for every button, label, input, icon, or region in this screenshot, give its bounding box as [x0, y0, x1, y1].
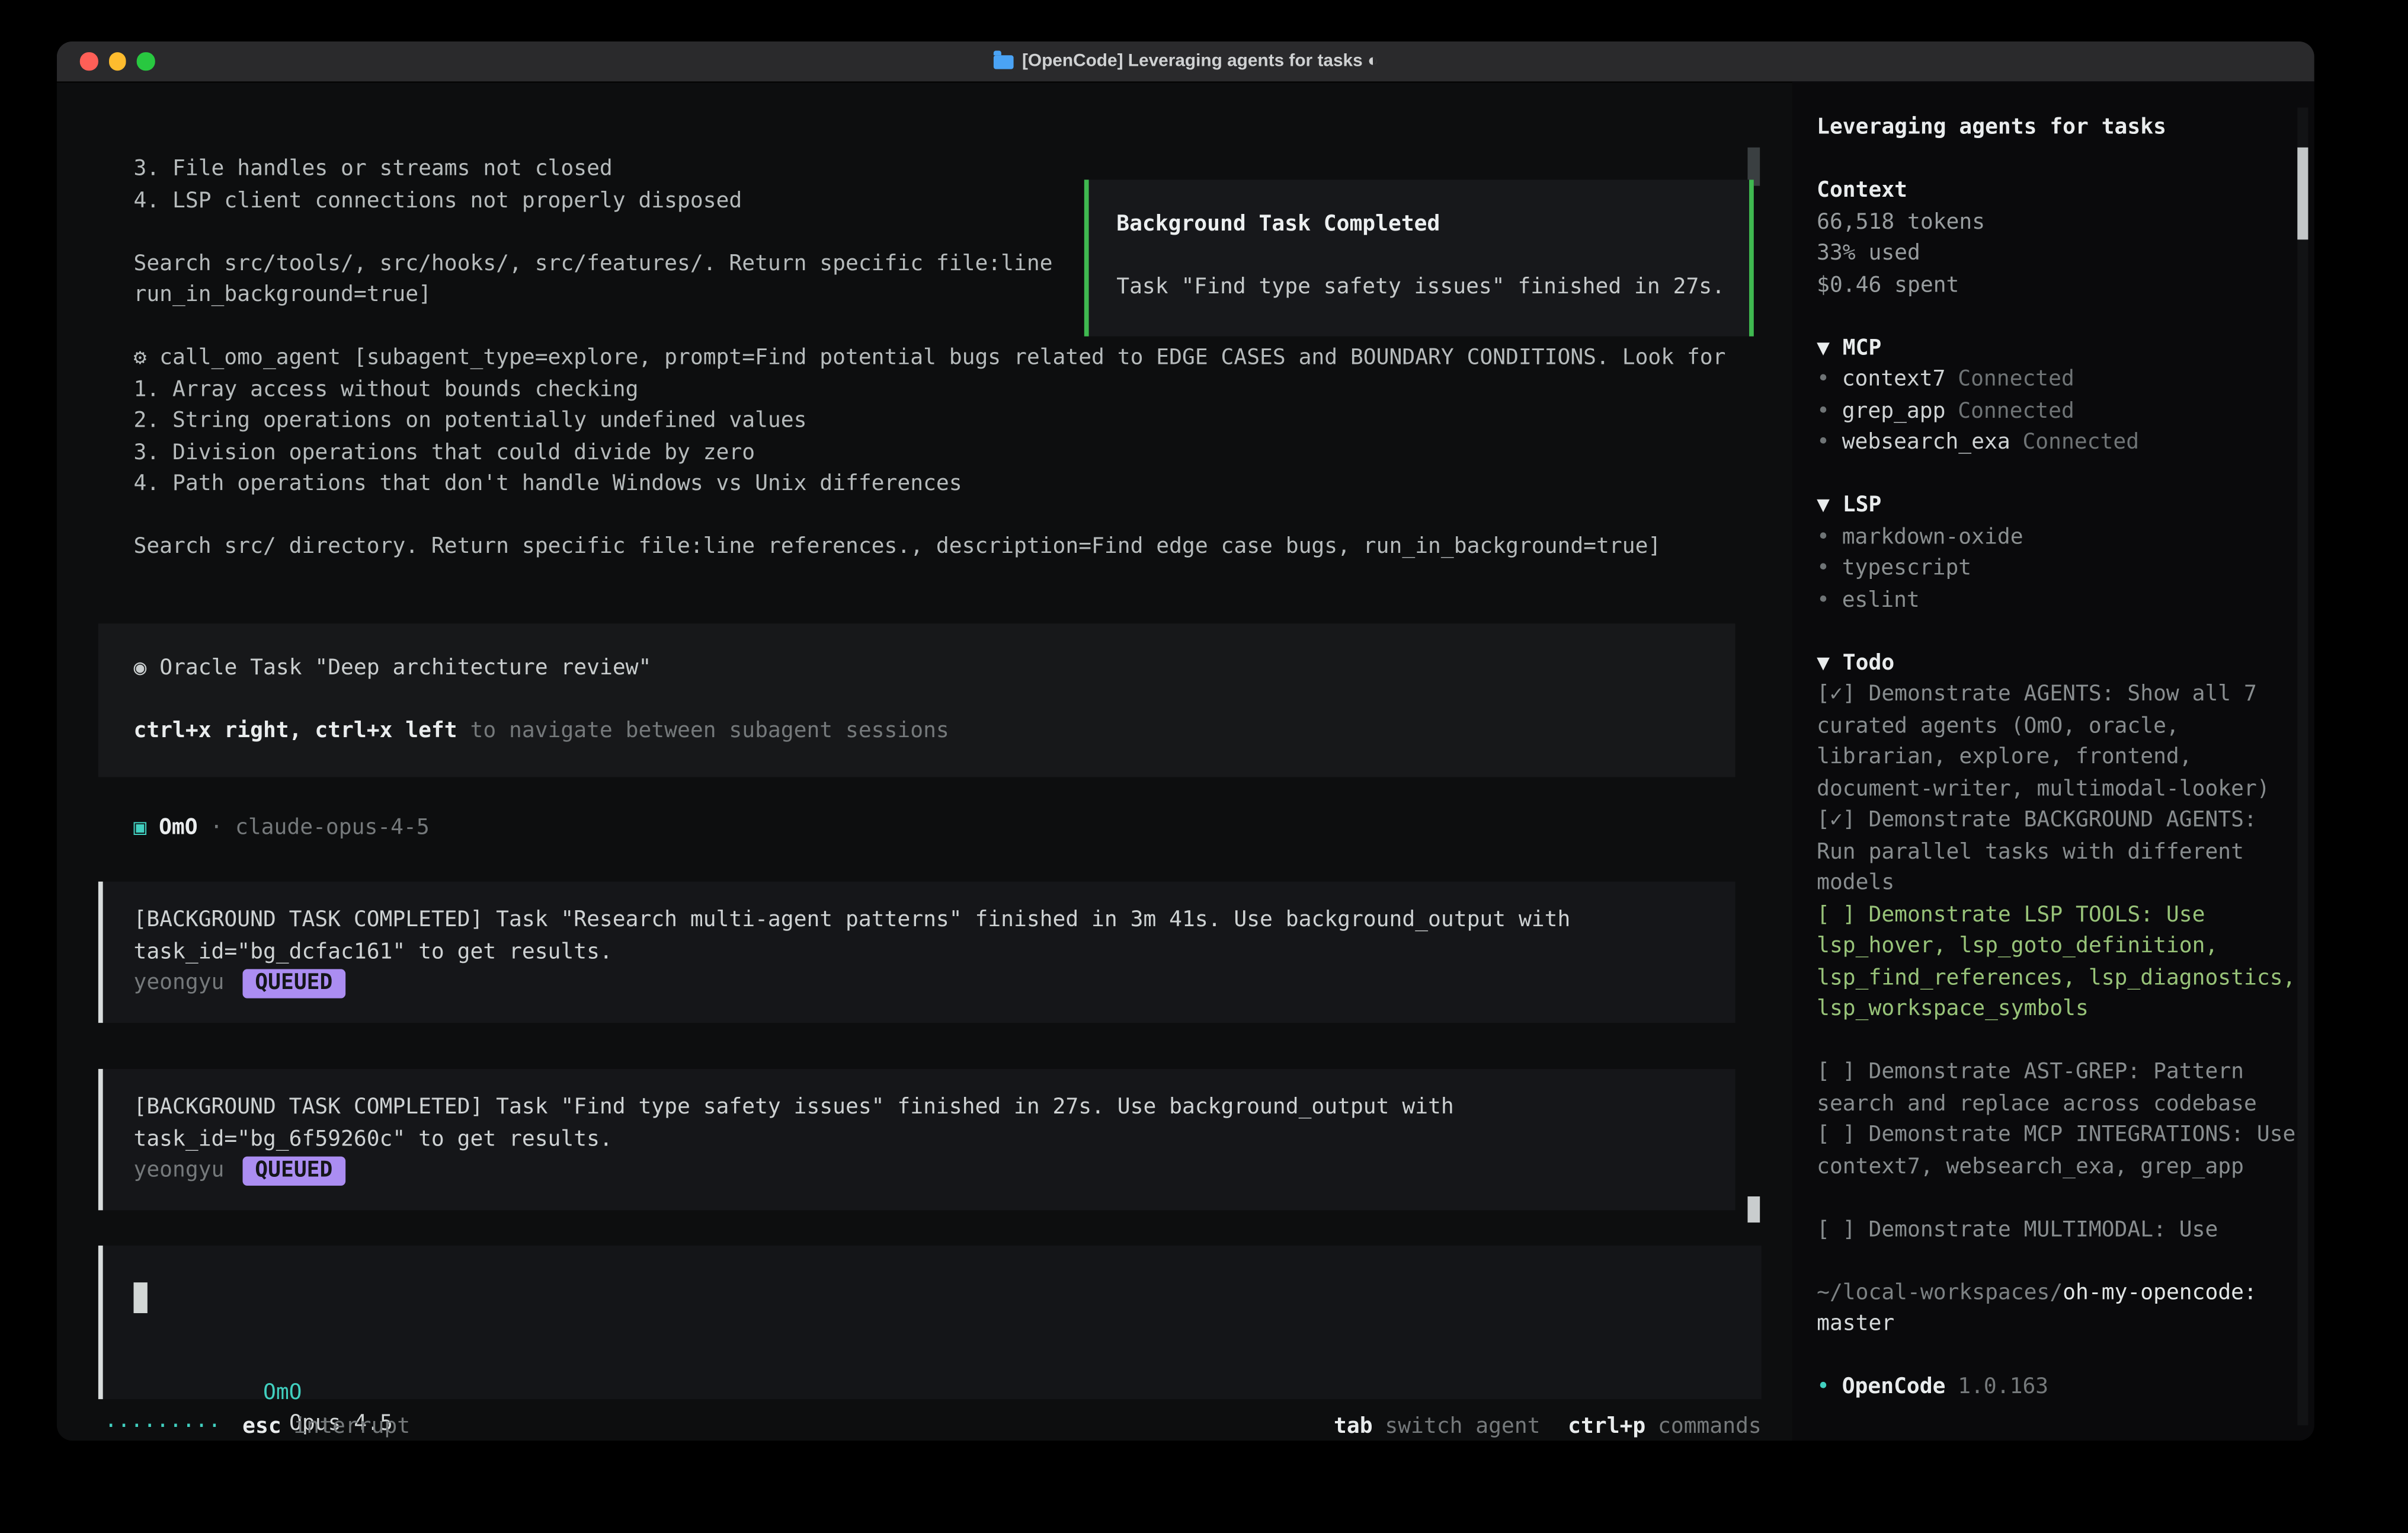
oracle-task-panel: ◉ Oracle Task "Deep architecture review"…: [98, 623, 1735, 777]
tab-key-label: switch agent: [1385, 1412, 1540, 1441]
terminal-line: 3. Division operations that could divide…: [133, 437, 1746, 468]
context-tokens: 66,518 tokens: [1817, 207, 2296, 238]
oracle-task-title: ◉ Oracle Task "Deep architecture review": [133, 653, 1735, 684]
session-title: Leveraging agents for tasks: [1817, 112, 2296, 143]
context-used: 33% used: [1817, 238, 2296, 270]
bullet-icon: •: [1817, 1375, 1830, 1399]
message-text: task_id="bg_dcfac161" to get results.: [133, 936, 1735, 968]
queued-badge: QUEUED: [243, 1156, 345, 1185]
workspace-branch: master: [1817, 1308, 2296, 1340]
lsp-section-header[interactable]: ▼ LSP: [1817, 490, 2296, 521]
scrollbar-thumb[interactable]: [1747, 1196, 1760, 1222]
todo-section-header[interactable]: ▼ Todo: [1817, 647, 2296, 679]
spinner-dots: ·········: [104, 1412, 221, 1441]
terminal-line: 1. Array access without bounds checking: [133, 374, 1746, 405]
lsp-item: •eslint: [1817, 584, 2296, 616]
sidebar-scrollbar[interactable]: [2297, 107, 2308, 1425]
agent-name: OmO: [159, 812, 198, 844]
status-bar-right: tab switch agent ctrl+p commands: [1334, 1412, 1762, 1441]
app-version-footer: •OpenCode1.0.163: [1817, 1371, 2296, 1403]
todo-item: [ ] Demonstrate AST-GREP: Pattern search…: [1817, 1057, 2296, 1119]
lsp-item: •markdown-oxide: [1817, 521, 2296, 553]
conversation-pane: 3. File handles or streams not closed 4.…: [57, 81, 1762, 1441]
agent-header: ▣ OmO · claude-opus-4-5: [133, 812, 429, 844]
window-title-text: [OpenCode] Leveraging agents for tasks ◐: [1022, 52, 1378, 71]
terminal-line: [133, 500, 1746, 532]
bullet-icon: •: [1817, 430, 1830, 455]
agent-model: claude-opus-4-5: [235, 812, 430, 844]
mcp-section-header[interactable]: ▼ MCP: [1817, 332, 2296, 364]
todo-item: [✓] Demonstrate AGENTS: Show all 7 curat…: [1817, 679, 2296, 805]
terminal-line: 2. String operations on potentially unde…: [133, 405, 1746, 437]
oracle-navigation-hint: ctrl+x right, ctrl+x left to navigate be…: [133, 716, 1735, 747]
window-title: [OpenCode] Leveraging agents for tasks ◐: [993, 52, 1378, 71]
lsp-item: •typescript: [1817, 553, 2296, 584]
bullet-icon: •: [1817, 556, 1830, 580]
zoom-window-button[interactable]: [137, 52, 155, 70]
oracle-icon: ◉: [133, 656, 146, 680]
terminal-line: Search src/ directory. Return specific f…: [133, 532, 1746, 563]
message-text: [BACKGROUND TASK COMPLETED] Task "Resear…: [133, 905, 1735, 936]
notification-title: Background Task Completed: [1116, 209, 1749, 240]
queued-message: [BACKGROUND TASK COMPLETED] Task "Find t…: [98, 1069, 1735, 1209]
todo-item: [ ] Demonstrate MULTIMODAL: Use: [1817, 1214, 2296, 1246]
folder-icon: [993, 55, 1013, 68]
todo-item: [✓] Demonstrate BACKGROUND AGENTS: Run p…: [1817, 805, 2296, 899]
message-author: yeongyu: [133, 1155, 224, 1186]
todo-item-active: [ ] Demonstrate LSP TOOLS: Use lsp_hover…: [1817, 899, 2296, 1025]
esc-key-hint: esc: [242, 1412, 281, 1441]
close-window-button[interactable]: [80, 52, 98, 70]
titlebar[interactable]: [OpenCode] Leveraging agents for tasks ◐: [57, 41, 2314, 83]
message-text: [BACKGROUND TASK COMPLETED] Task "Find t…: [133, 1092, 1735, 1124]
bullet-icon: •: [1817, 367, 1830, 391]
mcp-item: •context7Connected: [1817, 364, 2296, 395]
bullet-icon: •: [1817, 399, 1830, 423]
ctrlp-key-label: commands: [1658, 1412, 1762, 1441]
agent-icon: ▣: [133, 812, 146, 844]
tab-key-hint: tab: [1334, 1412, 1373, 1441]
mcp-item: •grep_appConnected: [1817, 395, 2296, 427]
agent-separator: ·: [210, 812, 223, 844]
workspace-path: ~/local-workspaces/oh-my-opencode:: [1817, 1277, 2296, 1308]
sidebar: Leveraging agents for tasks Context 66,5…: [1792, 81, 2314, 1441]
text-cursor: [133, 1282, 147, 1313]
status-bar: ········· esc interrupt tab switch agent…: [104, 1412, 1762, 1441]
queued-badge: QUEUED: [243, 969, 345, 998]
notification-body: Task "Find type safety issues" finished …: [1116, 272, 1749, 303]
esc-key-label: interrupt: [293, 1412, 410, 1441]
queued-message: [BACKGROUND TASK COMPLETED] Task "Resear…: [98, 882, 1735, 1022]
context-spent: $0.46 spent: [1817, 270, 2296, 301]
input-footer: OmO Opus 4.5 Anthropic: [133, 1345, 405, 1377]
background-task-notification: Background Task Completed Task "Find typ…: [1084, 180, 1754, 336]
bullet-icon: •: [1817, 587, 1830, 612]
prompt-input[interactable]: OmO Opus 4.5 Anthropic: [98, 1246, 1762, 1399]
ctrlp-key-hint: ctrl+p: [1568, 1412, 1645, 1441]
minimize-window-button[interactable]: [108, 52, 126, 70]
terminal-line: 4. Path operations that don't handle Win…: [133, 468, 1746, 500]
traffic-lights: [80, 52, 155, 70]
scrollbar-thumb[interactable]: [2297, 148, 2308, 240]
bullet-icon: •: [1817, 524, 1830, 549]
todo-item: [ ] Demonstrate MCP INTEGRATIONS: Use co…: [1817, 1119, 2296, 1182]
screen: [OpenCode] Leveraging agents for tasks ◐…: [0, 0, 2408, 1533]
terminal-window: [OpenCode] Leveraging agents for tasks ◐…: [57, 41, 2314, 1441]
input-agent-name: OmO: [263, 1380, 302, 1404]
message-author: yeongyu: [133, 968, 224, 999]
context-section-header: Context: [1817, 175, 2296, 206]
tool-call-line: ⚙ call_omo_agent [subagent_type=explore,…: [133, 343, 1746, 374]
mcp-item: •websearch_exaConnected: [1817, 427, 2296, 459]
message-text: task_id="bg_6f59260c" to get results.: [133, 1124, 1735, 1155]
